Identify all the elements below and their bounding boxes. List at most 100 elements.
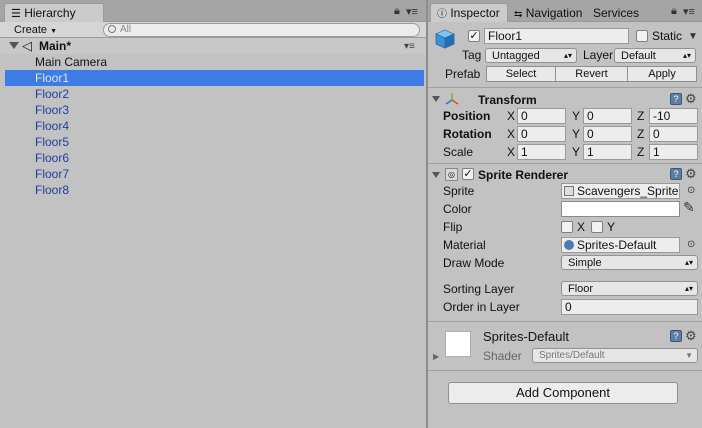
tab-services[interactable]: Services (593, 4, 639, 22)
gear-icon[interactable]: ⚙ (685, 329, 697, 342)
rotation-y-field[interactable]: 0 (583, 126, 632, 142)
hierarchy-panel: ☰ Hierarchy 🔒︎ ▾≡ Create ▼ All ◁ Main* ▾… (0, 0, 426, 428)
section-divider (428, 370, 702, 371)
lock-icon[interactable]: 🔒︎ (671, 5, 677, 18)
tab-hierarchy-label: Hierarchy (24, 6, 76, 20)
create-label: Create (14, 24, 48, 36)
scale-x-field[interactable]: 1 (517, 144, 566, 160)
hierarchy-item[interactable]: Floor7 (5, 166, 424, 182)
rotation-label: Rotation (443, 127, 492, 141)
inspector-panel: ⓘ Inspector ⇆ Navigation Services 🔒︎ ▾≡ … (428, 0, 702, 428)
scale-label: Scale (443, 145, 474, 159)
prefab-revert-button[interactable]: Revert (555, 66, 628, 82)
updown-arrow-icon: ▴▾ (563, 51, 572, 60)
gear-icon[interactable]: ⚙ (685, 92, 697, 105)
hierarchy-item[interactable]: Main Camera (5, 54, 424, 70)
static-dropdown-icon[interactable]: ▼ (688, 31, 698, 42)
sprite-field[interactable]: Scavengers_SpriteS (561, 183, 680, 199)
object-name-field[interactable]: Floor1 (484, 28, 629, 44)
sprite-asset-icon (564, 186, 574, 196)
create-button[interactable]: Create ▼ (14, 23, 57, 39)
hierarchy-item[interactable]: Floor5 (5, 134, 424, 150)
position-z-field[interactable]: -10 (649, 108, 698, 124)
axis-y-label: Y (572, 127, 581, 141)
search-placeholder: All (120, 24, 132, 35)
static-label: Static (652, 29, 683, 43)
panel-menu-icon[interactable]: ▾≡ (406, 5, 418, 18)
flip-x-checkbox[interactable] (561, 221, 573, 233)
axis-z-label: Z (637, 109, 645, 123)
hierarchy-item[interactable]: Floor4 (5, 118, 424, 134)
object-picker-icon[interactable]: ⊙ (687, 239, 695, 250)
scale-y-field[interactable]: 1 (583, 144, 632, 160)
help-icon[interactable]: ? (670, 93, 682, 105)
draw-mode-dropdown[interactable]: Simple ▴▾ (561, 255, 698, 270)
hierarchy-item[interactable]: Floor6 (5, 150, 424, 166)
foldout-icon[interactable] (9, 42, 19, 49)
color-label: Color (443, 202, 472, 216)
flip-x-label: X (577, 220, 586, 234)
hierarchy-item-selected[interactable]: Floor1 (5, 70, 424, 86)
sprite-renderer-foldout-icon[interactable] (432, 172, 440, 178)
axis-x-label: X (507, 145, 516, 159)
help-icon[interactable]: ? (670, 168, 682, 180)
sprite-value: Scavengers_SpriteS (577, 184, 680, 198)
position-y-field[interactable]: 0 (583, 108, 632, 124)
object-picker-icon[interactable]: ⊙ (687, 185, 695, 196)
tab-inspector[interactable]: ⓘ Inspector (430, 3, 508, 22)
search-input[interactable]: All (103, 23, 420, 37)
position-x-field[interactable]: 0 (517, 108, 566, 124)
section-divider (428, 87, 702, 88)
material-field[interactable]: Sprites-Default (561, 237, 680, 253)
tab-navigation[interactable]: ⇆ Navigation (514, 4, 582, 24)
material-foldout-icon[interactable]: ▶ (433, 352, 439, 361)
updown-arrow-icon: ▴▾ (682, 51, 691, 60)
order-in-layer-field[interactable]: 0 (561, 299, 698, 315)
scene-menu-icon[interactable]: ▾≡ (404, 41, 415, 52)
flip-y-checkbox[interactable] (591, 221, 603, 233)
prefab-select-button[interactable]: Select (486, 66, 556, 82)
chevron-down-icon: ▼ (50, 28, 58, 35)
hierarchy-item[interactable]: Floor8 (5, 182, 424, 198)
active-checkbox[interactable]: ✓ (468, 30, 480, 42)
tab-hierarchy[interactable]: ☰ Hierarchy (4, 3, 104, 22)
tag-dropdown[interactable]: Untagged ▴▾ (485, 48, 577, 63)
hierarchy-item-label: Floor3 (35, 103, 70, 117)
chevron-down-icon: ▼ (685, 351, 693, 360)
add-component-button[interactable]: Add Component (448, 382, 678, 404)
transform-foldout-icon[interactable] (432, 96, 440, 102)
hierarchy-toolbar: Create ▼ All (0, 22, 426, 38)
help-icon[interactable]: ? (670, 330, 682, 342)
prefab-apply-button[interactable]: Apply (627, 66, 697, 82)
hierarchy-item-label: Main Camera (35, 55, 108, 69)
order-in-layer-label: Order in Layer (443, 300, 520, 314)
rotation-x-field[interactable]: 0 (517, 126, 566, 142)
hierarchy-item[interactable]: Floor2 (5, 86, 424, 102)
cube-icon (434, 28, 456, 50)
scene-name: Main* (39, 39, 72, 53)
eyedropper-icon[interactable]: ✎ (683, 199, 695, 215)
panel-menu-icon[interactable]: ▾≡ (683, 5, 695, 18)
axis-z-label: Z (637, 127, 645, 141)
color-swatch[interactable] (561, 201, 680, 217)
draw-mode-label: Draw Mode (443, 256, 505, 270)
shader-dropdown[interactable]: Sprites/Default ▼ (532, 348, 698, 363)
unity-logo-icon: ◁ (22, 38, 32, 53)
search-icon (108, 25, 116, 33)
hierarchy-item[interactable]: Floor3 (5, 102, 424, 118)
sprite-renderer-enabled-checkbox[interactable]: ✓ (462, 168, 474, 180)
list-icon: ☰ (11, 8, 21, 20)
material-name: Sprites-Default (483, 329, 569, 344)
scale-z-field[interactable]: 1 (649, 144, 698, 160)
rotation-z-field[interactable]: 0 (649, 126, 698, 142)
lock-icon[interactable]: 🔒︎ (394, 5, 400, 18)
sorting-layer-dropdown[interactable]: Floor ▴▾ (561, 281, 698, 296)
updown-arrow-icon: ▴▾ (684, 258, 693, 267)
static-checkbox[interactable] (636, 30, 648, 42)
section-divider (428, 163, 702, 164)
tag-label: Tag (462, 48, 482, 62)
hierarchy-item-label: Floor1 (35, 71, 70, 85)
scene-row[interactable]: ◁ Main* ▾≡ (0, 38, 426, 54)
layer-dropdown[interactable]: Default ▴▾ (614, 48, 696, 63)
gear-icon[interactable]: ⚙ (685, 167, 697, 180)
